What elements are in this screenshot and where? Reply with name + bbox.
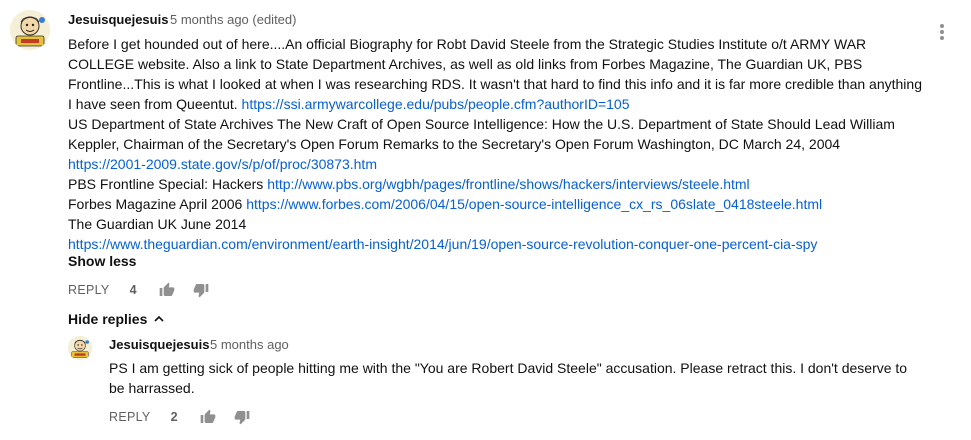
reply-button[interactable]: REPLY (68, 283, 110, 297)
reply-actions: REPLY 2 (109, 407, 250, 427)
like-count: 4 (129, 283, 137, 297)
thumbs-down-icon[interactable] (193, 282, 209, 298)
reply-text-line: PS I am getting sick of people hitting m… (109, 360, 908, 376)
comment-text-line: The Guardian UK June 2014 (68, 214, 928, 234)
reply-avatar[interactable] (68, 336, 92, 360)
comment-link[interactable]: https://2001-2009.state.gov/s/p/of/proc/… (68, 156, 377, 172)
comment-text-line: https://2001-2009.state.gov/s/p/of/proc/… (68, 154, 928, 174)
comment-text-line: Before I get hounded out of here....An o… (68, 34, 928, 54)
reply-body: PS I am getting sick of people hitting m… (109, 358, 929, 398)
thumbs-down-icon[interactable] (234, 409, 250, 425)
more-vert-icon[interactable] (932, 22, 952, 42)
comment-link[interactable]: http://www.pbs.org/wgbh/pages/frontline/… (267, 176, 749, 192)
hide-replies-label: Hide replies (68, 311, 148, 327)
comment-text-line: I have seen from Queentut. https://ssi.a… (68, 94, 928, 114)
comment-text: The Guardian UK June 2014 (68, 216, 247, 232)
comment-text-line: Forbes Magazine April 2006 https://www.f… (68, 194, 928, 214)
cartoon-avatar-icon (68, 336, 92, 360)
hide-replies-button[interactable]: Hide replies (68, 311, 165, 327)
thumbs-up-icon[interactable] (159, 282, 175, 298)
comment-text-line: PBS Frontline Special: Hackers http://ww… (68, 174, 928, 194)
comment-text: COLLEGE website. Also a link to State De… (68, 56, 863, 72)
comment-text: Forbes Magazine April 2006 (68, 196, 247, 212)
reply-text-line: be harrassed. (109, 380, 195, 396)
chevron-up-icon (154, 315, 164, 322)
comment-link[interactable]: https://www.theguardian.com/environment/… (68, 236, 817, 252)
like-count: 2 (170, 410, 178, 424)
comment-actions: REPLY 4 (68, 280, 209, 300)
comment-text: Before I get hounded out of here....An o… (68, 36, 867, 52)
comment-text-line: Keppler, Chairman of the Secretary's Ope… (68, 134, 928, 154)
comment-body: Before I get hounded out of here....An o… (68, 34, 928, 254)
avatar[interactable] (10, 10, 50, 50)
comment-link[interactable]: https://ssi.armywarcollege.edu/pubs/peop… (242, 96, 630, 112)
comment-author[interactable]: Jesuisquejesuis (68, 12, 168, 27)
comment-text: Keppler, Chairman of the Secretary's Ope… (68, 136, 841, 152)
comment-text-line: https://www.theguardian.com/environment/… (68, 234, 928, 254)
comment-text-line: Frontline...This is what I looked at whe… (68, 74, 928, 94)
comment-text: US Department of State Archives The New … (68, 116, 895, 132)
comment-text-line: COLLEGE website. Also a link to State De… (68, 54, 928, 74)
show-less-button[interactable]: Show less (68, 253, 136, 269)
comment-text: PBS Frontline Special: Hackers (68, 176, 268, 192)
comment-link[interactable]: https://www.forbes.com/2006/04/15/open-s… (246, 196, 822, 212)
comment-text: Frontline...This is what I looked at whe… (68, 76, 922, 92)
thumbs-up-icon[interactable] (200, 409, 216, 425)
comment-text: I have seen from Queentut. (68, 96, 242, 112)
reply-timestamp[interactable]: 5 months ago (210, 337, 289, 352)
reply-author[interactable]: Jesuisquejesuis (109, 337, 209, 352)
comment-timestamp[interactable]: 5 months ago (edited) (170, 12, 296, 27)
reply-button[interactable]: REPLY (109, 410, 151, 424)
comment-text-line: US Department of State Archives The New … (68, 114, 928, 134)
cartoon-avatar-icon (10, 10, 50, 50)
